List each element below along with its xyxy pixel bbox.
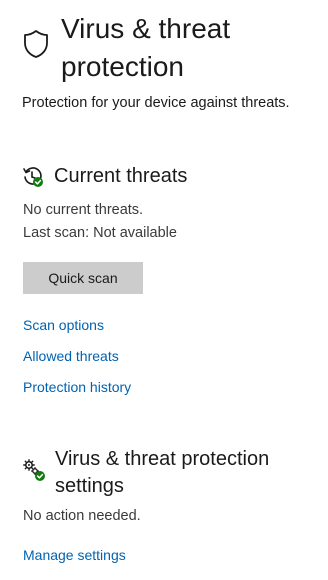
last-scan-text: Last scan: Not available (23, 225, 177, 241)
allowed-threats-link[interactable]: Allowed threats (23, 348, 119, 364)
protection-settings-title: Virus & threat protection settings (55, 448, 270, 497)
virus-threat-protection-page: Virus & threat protection Protection for… (0, 0, 328, 580)
settings-status-text: No action needed. (23, 508, 141, 524)
scan-options-link[interactable]: Scan options (23, 317, 104, 333)
page-header: Virus & threat protection (22, 10, 301, 86)
page-title: Virus & threat protection (61, 13, 231, 82)
current-threats-title: Current threats (54, 165, 188, 187)
manage-settings-link[interactable]: Manage settings (23, 547, 126, 563)
shield-icon (24, 30, 48, 58)
current-threats-header: Current threats (22, 165, 187, 188)
settings-gears-check-icon (23, 459, 45, 481)
page-subtitle: Protection for your device against threa… (22, 95, 290, 111)
threat-status-text: No current threats. (23, 202, 144, 218)
protection-settings-header: Virus & threat protection settings (22, 446, 305, 500)
quick-scan-button[interactable]: Quick scan (23, 262, 143, 294)
protection-history-link[interactable]: Protection history (23, 379, 131, 395)
threat-scan-history-icon (23, 166, 43, 187)
